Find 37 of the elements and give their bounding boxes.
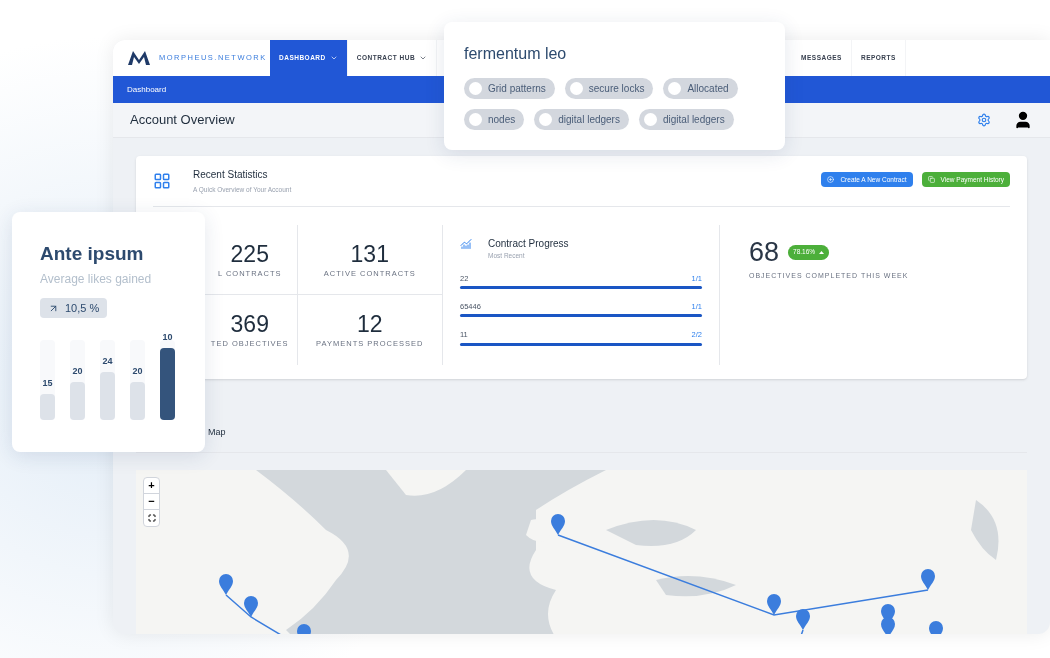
chart-icon <box>460 238 472 250</box>
weekly-value: 68 <box>749 236 780 268</box>
caret-up-icon <box>819 250 825 254</box>
page-title: Account Overview <box>130 111 235 130</box>
bar-label: 20 <box>72 364 83 377</box>
bar-label: 10 <box>162 331 173 343</box>
zoom-out-button[interactable]: − <box>144 494 159 510</box>
stat-value: 225 <box>230 239 269 268</box>
bar-label: 24 <box>102 355 113 367</box>
breadcrumb[interactable]: Dashboard <box>127 83 167 96</box>
section-title: Map <box>208 425 226 439</box>
bar-label: 15 <box>42 376 53 389</box>
map[interactable]: + − <box>136 470 1027 634</box>
section-title: Contract Progress <box>488 237 569 251</box>
card-title: Ante ipsum <box>40 242 145 266</box>
change-badge: 10,5 % <box>40 298 108 318</box>
bar-label: 20 <box>132 364 143 377</box>
tag-chip[interactable]: digital ledgers <box>638 109 734 130</box>
tag-chip[interactable]: Allocated <box>663 78 738 99</box>
tag-chip[interactable]: nodes <box>464 109 525 130</box>
stat-value: 12 <box>356 310 383 339</box>
card-title: fermentum leo <box>464 44 568 64</box>
fullscreen-icon <box>147 514 156 522</box>
tag-chip[interactable]: Grid patterns <box>464 78 555 99</box>
tag-chip[interactable]: digital ledgers <box>534 109 629 130</box>
button-icon <box>827 176 835 183</box>
tag-chip[interactable]: secure locks <box>564 78 654 99</box>
grid-icon <box>153 172 171 190</box>
stat-value: 131 <box>350 239 389 268</box>
stat-value: 369 <box>230 310 269 339</box>
card-title: Recent Statistics <box>193 168 269 183</box>
user-icon[interactable] <box>1013 110 1033 130</box>
button-icon <box>927 176 935 183</box>
zoom-in-button[interactable]: + <box>144 478 159 494</box>
logo-icon <box>128 51 150 65</box>
card-subtitle: Average likes gained <box>40 271 153 288</box>
settings-icon[interactable] <box>977 113 991 127</box>
